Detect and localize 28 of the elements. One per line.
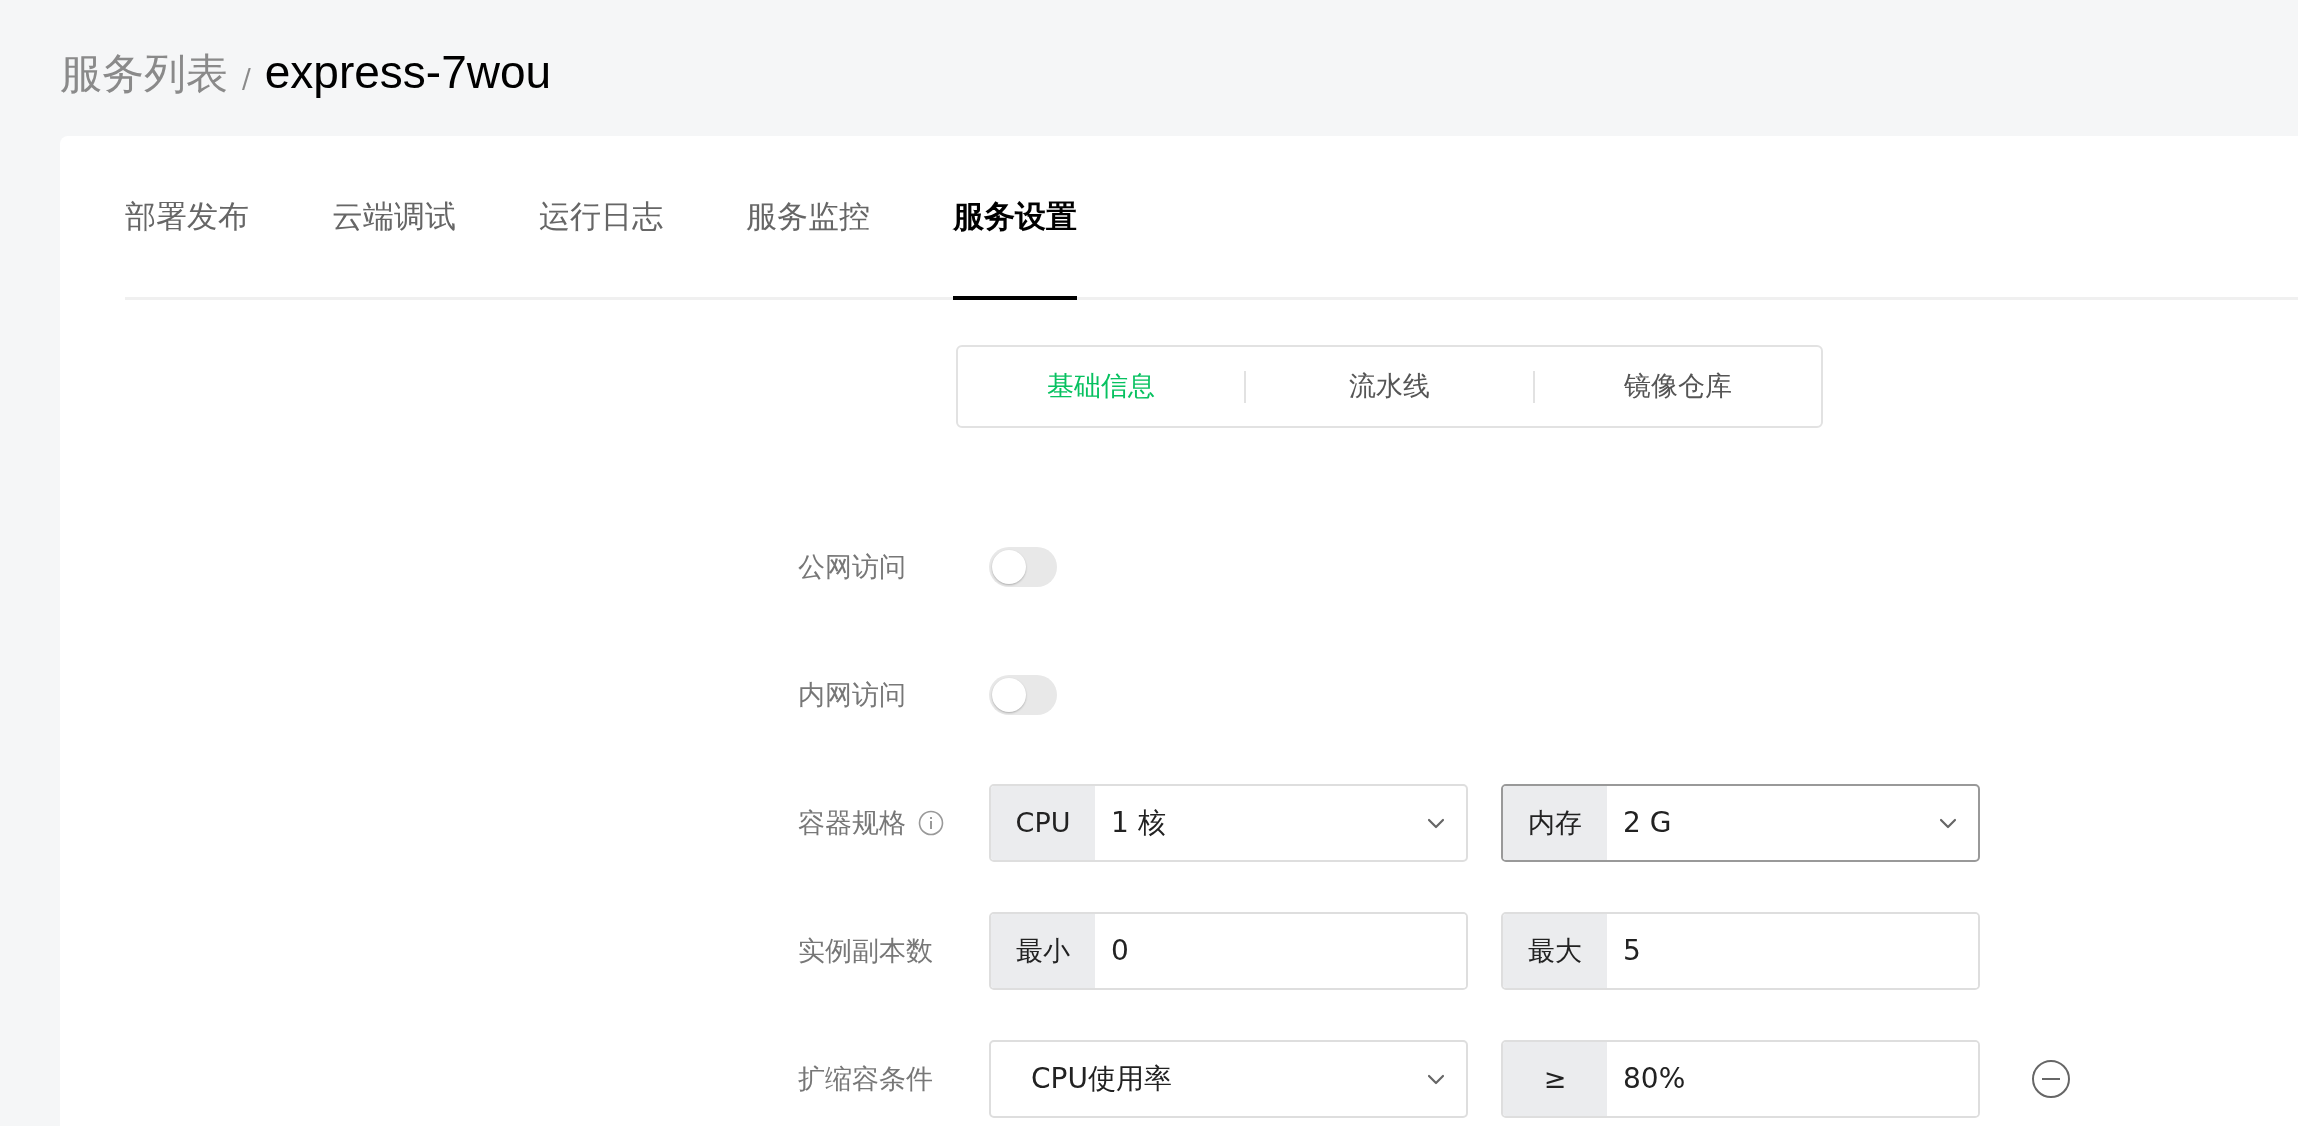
dropdown-field[interactable]: 内存 2 G — [1501, 784, 1980, 862]
tab[interactable]: 服务设置 — [953, 136, 1077, 300]
field-label: 扩缩容条件 — [798, 1061, 933, 1096]
breadcrumb-separator: / — [242, 63, 251, 96]
segment-tab[interactable]: 流水线 — [1246, 347, 1533, 426]
page-title: express-7wou — [264, 45, 552, 100]
field-addon: ≥ — [1503, 1042, 1607, 1116]
field-addon: CPU — [991, 786, 1095, 860]
dropdown-field[interactable]: CPU 1 核 — [989, 784, 1468, 862]
tab[interactable]: 运行日志 — [539, 136, 663, 300]
tab[interactable]: 部署发布 — [125, 136, 249, 300]
input-field[interactable]: ≥ 80% — [1501, 1040, 1980, 1118]
field-addon: 最大 — [1503, 914, 1607, 988]
field-label: 容器规格 — [798, 805, 906, 840]
field-label: 公网访问 — [798, 549, 906, 584]
toggle-switch[interactable] — [989, 675, 1057, 715]
tab[interactable]: 服务监控 — [746, 136, 870, 300]
field-addon: 最小 — [991, 914, 1095, 988]
field-addon: 内存 — [1503, 786, 1607, 860]
field-label: 内网访问 — [798, 677, 906, 712]
segment-tab[interactable]: 镜像仓库 — [1534, 347, 1821, 426]
remove-icon[interactable] — [2031, 1059, 2071, 1099]
tab[interactable]: 云端调试 — [332, 136, 456, 300]
input-field[interactable]: 最小 0 — [989, 912, 1468, 990]
input-field[interactable]: 最大 5 — [1501, 912, 1980, 990]
dropdown-field[interactable]: CPU使用率 — [989, 1040, 1468, 1118]
toggle-switch[interactable] — [989, 547, 1057, 587]
field-label: 实例副本数 — [798, 933, 933, 968]
